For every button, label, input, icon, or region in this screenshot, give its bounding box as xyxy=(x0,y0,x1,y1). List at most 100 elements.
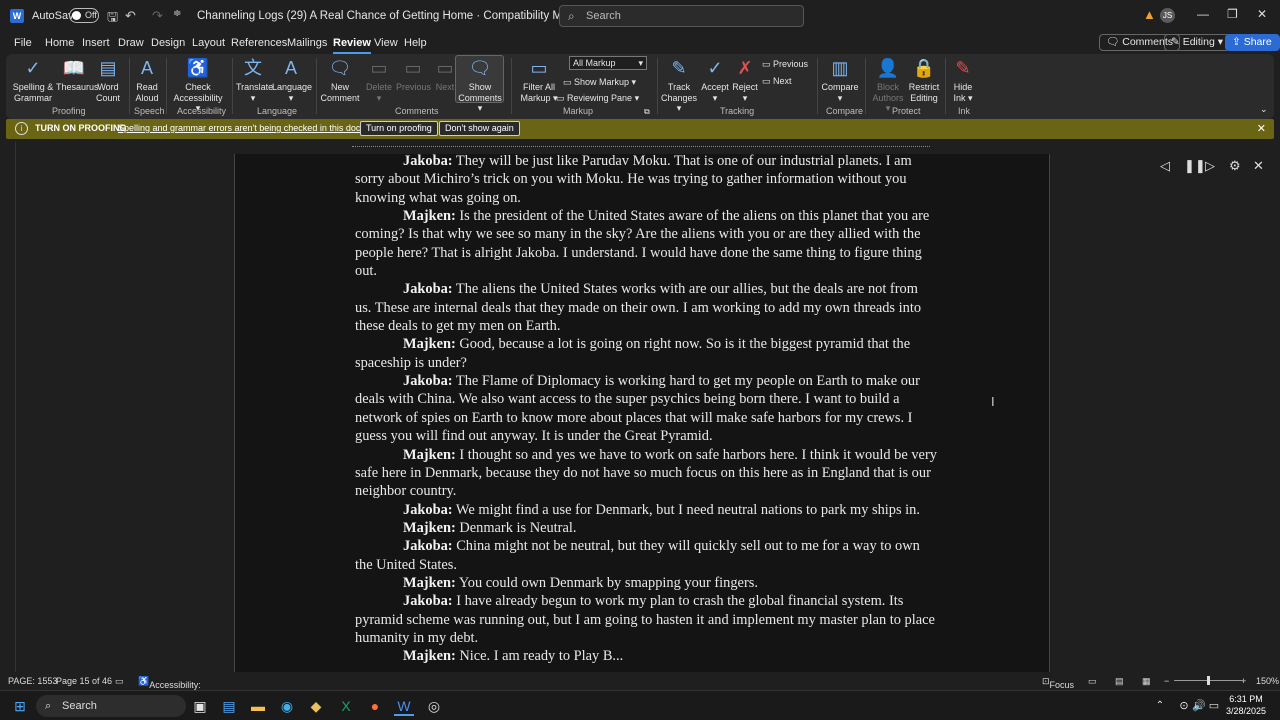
document-paragraph[interactable]: Majken: Denmark is Neutral. xyxy=(355,519,937,537)
editing-mode-button[interactable]: ✎ Editing ▾ xyxy=(1164,34,1231,51)
show-comments-button[interactable]: 🗨 Show Comments ▾ xyxy=(456,56,504,114)
page-number-status[interactable]: PAGE: 1553 xyxy=(8,676,57,686)
reject-button[interactable]: ✗ Reject ▾ xyxy=(732,56,758,103)
document-paragraph[interactable]: Majken: Good, because a lot is going on … xyxy=(355,335,937,372)
show-markup-button[interactable]: ▭ Show Markup ▾ xyxy=(563,77,636,88)
obs-icon[interactable]: ◎ xyxy=(424,696,444,716)
excel-icon[interactable]: X xyxy=(336,696,356,716)
thesaurus-button[interactable]: 📖 Thesaurus xyxy=(56,56,99,93)
document-paragraph[interactable]: Jakoba: They will be just like Parudav M… xyxy=(355,154,937,207)
compare-button[interactable]: ▥ Compare ▾ xyxy=(821,56,859,103)
block-authors-button[interactable]: 👤 Block Authors ▾ xyxy=(870,56,906,114)
page-count-status[interactable]: Page 15 of 46 xyxy=(56,676,112,686)
markup-view-select[interactable]: All Markup ▾ xyxy=(569,56,647,70)
reviewing-pane-button[interactable]: ▭ Reviewing Pane ▾ xyxy=(556,93,639,104)
tab-draw[interactable]: Draw xyxy=(118,37,144,49)
customize-qat-icon[interactable]: ≑ xyxy=(173,8,181,19)
restrict-editing-button[interactable]: 🔒 Restrict Editing xyxy=(908,56,940,103)
proofing-status-icon[interactable]: ▭ xyxy=(115,676,124,687)
tray-overflow-icon[interactable]: ⌃ xyxy=(1150,696,1170,716)
zoom-in-icon[interactable]: + xyxy=(1241,676,1246,686)
document-paragraph[interactable]: Jakoba: The aliens the United States wor… xyxy=(355,280,937,335)
turn-on-proofing-button[interactable]: Turn on proofing xyxy=(360,121,438,136)
word-taskbar-icon[interactable]: W xyxy=(394,696,414,716)
new-comment-button[interactable]: 🗨 New Comment xyxy=(320,56,360,103)
tab-layout[interactable]: Layout xyxy=(192,37,225,49)
tab-mailings[interactable]: Mailings xyxy=(287,37,327,49)
avatar[interactable]: JS xyxy=(1160,8,1175,23)
document-paragraph[interactable]: Jakoba: China might not be neutral, but … xyxy=(355,537,937,574)
tab-design[interactable]: Design xyxy=(151,37,185,49)
share-button[interactable]: ⇪ Share ▾ xyxy=(1225,34,1280,63)
word-count-button[interactable]: ▤ Word Count xyxy=(94,56,122,103)
previous-comment-button[interactable]: ▭ Previous xyxy=(396,56,431,93)
spelling-grammar-button[interactable]: ✓ Spelling & Grammar xyxy=(10,56,56,103)
redo-icon[interactable]: ↷ xyxy=(152,8,163,24)
tab-help[interactable]: Help xyxy=(404,37,427,49)
previous-track-icon[interactable]: ◁ xyxy=(1160,158,1170,174)
pause-icon[interactable]: ❚❚ xyxy=(1184,158,1206,174)
firefox-icon[interactable]: ● xyxy=(365,696,385,716)
infobar-message-link[interactable]: Spelling and grammar errors aren't being… xyxy=(118,123,388,133)
undo-icon[interactable]: ↶ xyxy=(125,8,136,24)
print-layout-icon[interactable]: ▤ xyxy=(1115,676,1124,687)
zoom-out-icon[interactable]: − xyxy=(1164,676,1169,686)
previous-change-button[interactable]: ▭ Previous xyxy=(762,59,808,70)
search-box[interactable]: ⌕ Search xyxy=(559,5,804,27)
taskbar-search[interactable]: ⌕ Search xyxy=(36,695,186,717)
tab-home[interactable]: Home xyxy=(45,37,74,49)
markup-dialog-launcher[interactable]: ⧉ xyxy=(644,107,650,117)
document-paragraph[interactable]: Majken: I thought so and yes we have to … xyxy=(355,446,937,501)
close-read-aloud-icon[interactable]: ✕ xyxy=(1253,158,1264,174)
save-icon[interactable]: 🖫 xyxy=(107,8,118,30)
check-accessibility-button[interactable]: ♿ Check Accessibility ▾ xyxy=(170,56,226,114)
document-paragraph[interactable]: Jakoba: The Flame of Diplomacy is workin… xyxy=(355,372,937,445)
restore-icon[interactable]: ❐ xyxy=(1227,7,1238,21)
close-icon[interactable]: ✕ xyxy=(1257,7,1267,21)
next-change-button[interactable]: ▭ Next xyxy=(762,76,792,87)
web-layout-icon[interactable]: ▦ xyxy=(1142,676,1151,687)
paragraph-text: Nice. I am ready to Play B... xyxy=(455,648,624,665)
next-track-icon[interactable]: ▷ xyxy=(1205,158,1215,174)
app-icon[interactable]: ◆ xyxy=(306,696,326,716)
horizontal-ruler[interactable] xyxy=(234,142,1050,154)
document-paragraph[interactable]: Majken: You could own Denmark by smappin… xyxy=(355,574,937,592)
read-aloud-button[interactable]: A Read Aloud xyxy=(134,56,160,103)
autosave-toggle[interactable]: Off xyxy=(69,8,99,23)
focus-mode-button[interactable]: ⊡ Focus xyxy=(1042,676,1074,690)
document-paragraph[interactable]: Majken: Is the president of the United S… xyxy=(355,207,937,280)
tab-references[interactable]: References xyxy=(231,37,287,49)
edge-icon[interactable]: ◉ xyxy=(277,696,297,716)
collapse-ribbon-icon[interactable]: ⌄ xyxy=(1260,104,1268,115)
tab-insert[interactable]: Insert xyxy=(82,37,110,49)
read-mode-icon[interactable]: ▭ xyxy=(1088,676,1097,687)
tab-view[interactable]: View xyxy=(374,37,398,49)
tab-review[interactable]: Review xyxy=(333,37,371,54)
document-paragraph[interactable]: Jakoba: I have already begun to work my … xyxy=(355,592,937,647)
accessibility-status[interactable]: ♿ Accessibility: Unavailable xyxy=(138,676,201,700)
document-paragraph[interactable]: Jakoba: We might find a use for Denmark,… xyxy=(355,501,937,519)
document-body[interactable]: Jakoba: They will be just like Parudav M… xyxy=(355,154,937,666)
translate-button[interactable]: 文 Translate ▾ xyxy=(236,56,273,103)
track-changes-button[interactable]: ✎ Track Changes ▾ xyxy=(660,56,698,114)
warning-icon[interactable]: ▲ xyxy=(1143,7,1156,22)
windows-start-icon[interactable]: ⊞ xyxy=(10,696,30,716)
zoom-level[interactable]: 150% xyxy=(1256,676,1279,686)
language-button[interactable]: A Language ▾ xyxy=(272,56,312,103)
voice-settings-icon[interactable]: ⚙ xyxy=(1229,158,1241,174)
minimize-icon[interactable]: — xyxy=(1197,7,1209,21)
accept-button[interactable]: ✓ Accept ▾ xyxy=(700,56,730,103)
dont-show-again-button[interactable]: Don't show again xyxy=(439,121,520,136)
document-page[interactable]: Jakoba: They will be just like Parudav M… xyxy=(234,154,1050,672)
close-infobar-icon[interactable]: ✕ xyxy=(1257,122,1266,135)
system-clock[interactable]: 6:31 PM 3/28/2025 xyxy=(1226,693,1266,717)
battery-icon[interactable]: ▭ xyxy=(1204,696,1224,716)
document-paragraph[interactable]: Majken: Nice. I am ready to Play B... xyxy=(355,647,937,665)
notepad-icon[interactable]: ▤ xyxy=(219,696,239,716)
tab-file[interactable]: File xyxy=(14,37,32,49)
zoom-slider-thumb[interactable] xyxy=(1207,676,1210,685)
file-explorer-icon[interactable]: ▬ xyxy=(248,696,268,716)
delete-comment-button[interactable]: ▭ Delete ▾ xyxy=(364,56,394,103)
task-view-icon[interactable]: ▣ xyxy=(190,696,210,716)
hide-ink-button[interactable]: ✎ Hide Ink ▾ xyxy=(950,56,976,103)
